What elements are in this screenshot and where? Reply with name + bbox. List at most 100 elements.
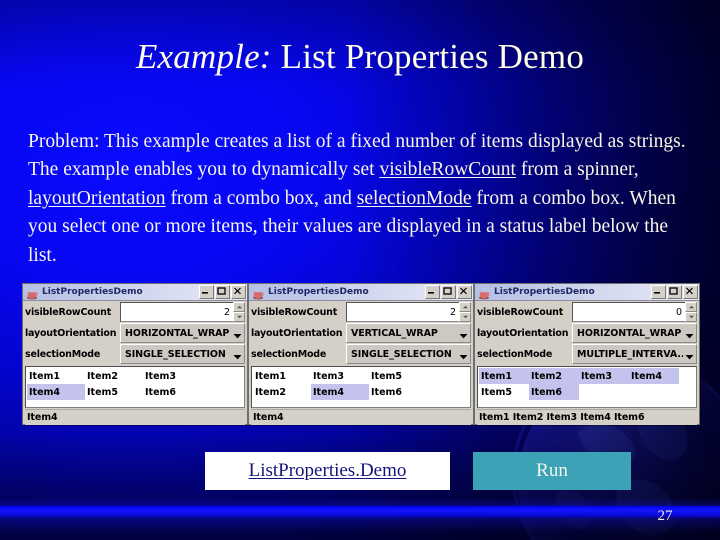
list-item[interactable]: Item1 bbox=[253, 368, 311, 384]
list-item-selected[interactable]: Item4 bbox=[311, 384, 369, 400]
demo-window-1: ListPropertiesDemo visibleRowCount 2 lay… bbox=[22, 283, 248, 425]
label-visible-row-count: visibleRowCount bbox=[25, 306, 112, 318]
label-layout-orientation: layoutOrientation bbox=[25, 327, 117, 339]
window-controls bbox=[425, 285, 472, 299]
page-title: Example: List Properties Demo bbox=[0, 36, 720, 78]
list-row: Item5 Item6 bbox=[479, 384, 695, 400]
visible-row-count-spinner[interactable]: 2 bbox=[120, 302, 245, 322]
combo-box[interactable]: MULTIPLE_INTERVA... bbox=[572, 344, 697, 364]
chevron-down-icon bbox=[459, 324, 468, 343]
maximize-icon[interactable] bbox=[667, 285, 682, 299]
run-button[interactable]: Run bbox=[473, 452, 631, 490]
selection-mode-combo[interactable]: MULTIPLE_INTERVA... bbox=[572, 344, 697, 364]
combo-value: SINGLE_SELECTION bbox=[351, 348, 452, 360]
combo-box[interactable]: SINGLE_SELECTION bbox=[120, 344, 245, 364]
list-item-selected[interactable]: Item3 bbox=[579, 368, 629, 384]
window-titlebar[interactable]: ListPropertiesDemo bbox=[249, 284, 473, 301]
item-list[interactable]: Item1 Item3 Item5 Item2 Item4 Item6 bbox=[251, 366, 471, 408]
spinner-buttons bbox=[685, 302, 697, 322]
link-visible-row-count[interactable]: visibleRowCount bbox=[379, 159, 516, 180]
layout-orientation-combo[interactable]: HORIZONTAL_WRAP bbox=[120, 323, 245, 343]
minimize-icon[interactable] bbox=[425, 285, 440, 299]
visible-row-count-row: visibleRowCount 0 bbox=[475, 302, 699, 322]
combo-value: HORIZONTAL_WRAP bbox=[125, 327, 230, 339]
page-title-emphasis: Example: bbox=[135, 37, 272, 76]
list-item[interactable]: Item3 bbox=[143, 368, 201, 384]
maximize-icon[interactable] bbox=[441, 285, 456, 299]
selection-mode-combo[interactable]: SINGLE_SELECTION bbox=[120, 344, 245, 364]
chevron-down-icon bbox=[685, 345, 694, 364]
list-item[interactable]: Item2 bbox=[85, 368, 143, 384]
combo-box[interactable]: HORIZONTAL_WRAP bbox=[120, 323, 245, 343]
spinner-value[interactable]: 2 bbox=[346, 302, 459, 322]
java-cup-icon bbox=[26, 286, 39, 299]
java-cup-icon bbox=[478, 286, 491, 299]
maximize-icon[interactable] bbox=[215, 285, 230, 299]
layout-orientation-combo[interactable]: HORIZONTAL_WRAP bbox=[572, 323, 697, 343]
list-item-selected[interactable]: Item6 bbox=[529, 384, 579, 400]
spinner-value[interactable]: 2 bbox=[120, 302, 233, 322]
spinner-buttons bbox=[459, 302, 471, 322]
close-icon[interactable] bbox=[457, 285, 472, 299]
close-icon[interactable] bbox=[683, 285, 698, 299]
label-layout-orientation: layoutOrientation bbox=[251, 327, 343, 339]
link-layout-orientation[interactable]: layoutOrientation bbox=[28, 188, 166, 209]
list-item[interactable]: Item1 bbox=[27, 368, 85, 384]
label-visible-row-count: visibleRowCount bbox=[477, 306, 564, 318]
spinner-up-icon[interactable] bbox=[685, 302, 697, 312]
spinner-up-icon[interactable] bbox=[233, 302, 245, 312]
list-properties-demo-link-button[interactable]: ListProperties.Demo bbox=[205, 452, 450, 490]
combo-value: HORIZONTAL_WRAP bbox=[577, 327, 682, 339]
chevron-down-icon bbox=[233, 324, 242, 343]
list-item-selected[interactable]: Item2 bbox=[529, 368, 579, 384]
demo-window-3: ListPropertiesDemo visibleRowCount 0 lay… bbox=[474, 283, 700, 425]
window-controls bbox=[199, 285, 246, 299]
layout-orientation-row: layoutOrientation HORIZONTAL_WRAP bbox=[475, 323, 699, 343]
list-item-selected[interactable]: Item4 bbox=[629, 368, 679, 384]
window-title: ListPropertiesDemo bbox=[42, 287, 143, 297]
window-titlebar[interactable]: ListPropertiesDemo bbox=[23, 284, 247, 301]
window-titlebar[interactable]: ListPropertiesDemo bbox=[475, 284, 699, 301]
minimize-icon[interactable] bbox=[651, 285, 666, 299]
spinner-value[interactable]: 0 bbox=[572, 302, 685, 322]
list-item[interactable]: Item5 bbox=[479, 384, 529, 400]
spinner-up-icon[interactable] bbox=[459, 302, 471, 312]
selection-mode-combo[interactable]: SINGLE_SELECTION bbox=[346, 344, 471, 364]
list-item[interactable]: Item6 bbox=[369, 384, 427, 400]
item-list[interactable]: Item1 Item2 Item3 Item4 Item5 Item6 bbox=[25, 366, 245, 408]
visible-row-count-row: visibleRowCount 2 bbox=[249, 302, 473, 322]
chevron-down-icon bbox=[685, 324, 694, 343]
visible-row-count-spinner[interactable]: 0 bbox=[572, 302, 697, 322]
item-list[interactable]: Item1 Item2 Item3 Item4 Item5 Item6 bbox=[477, 366, 697, 408]
list-item[interactable]: Item5 bbox=[369, 368, 427, 384]
demo-window-2: ListPropertiesDemo visibleRowCount 2 lay… bbox=[248, 283, 474, 425]
list-row: Item1 Item2 Item3 bbox=[27, 368, 243, 384]
list-item[interactable]: Item3 bbox=[311, 368, 369, 384]
window-controls bbox=[651, 285, 698, 299]
visible-row-count-spinner[interactable]: 2 bbox=[346, 302, 471, 322]
combo-box[interactable]: VERTICAL_WRAP bbox=[346, 323, 471, 343]
spinner-down-icon[interactable] bbox=[233, 312, 245, 322]
spinner-buttons bbox=[233, 302, 245, 322]
list-item[interactable]: Item5 bbox=[85, 384, 143, 400]
close-icon[interactable] bbox=[231, 285, 246, 299]
combo-box[interactable]: SINGLE_SELECTION bbox=[346, 344, 471, 364]
page-number: 27 bbox=[657, 508, 673, 524]
layout-orientation-combo[interactable]: VERTICAL_WRAP bbox=[346, 323, 471, 343]
selection-mode-row: selectionMode SINGLE_SELECTION bbox=[23, 344, 247, 364]
list-item-selected[interactable]: Item4 bbox=[27, 384, 85, 400]
list-item[interactable]: Item2 bbox=[253, 384, 311, 400]
visible-row-count-row: visibleRowCount 2 bbox=[23, 302, 247, 322]
slide: Example: List Properties Demo Problem: T… bbox=[0, 0, 720, 540]
link-selection-mode[interactable]: selectionMode bbox=[357, 188, 472, 209]
label-selection-mode: selectionMode bbox=[25, 348, 101, 360]
minimize-icon[interactable] bbox=[199, 285, 214, 299]
window-title: ListPropertiesDemo bbox=[494, 287, 595, 297]
paragraph-segment-2: from a spinner, bbox=[515, 159, 639, 181]
list-row: Item1 Item2 Item3 Item4 bbox=[479, 368, 695, 384]
spinner-down-icon[interactable] bbox=[459, 312, 471, 322]
list-item[interactable]: Item6 bbox=[143, 384, 201, 400]
list-item-selected[interactable]: Item1 bbox=[479, 368, 529, 384]
combo-box[interactable]: HORIZONTAL_WRAP bbox=[572, 323, 697, 343]
spinner-down-icon[interactable] bbox=[685, 312, 697, 322]
